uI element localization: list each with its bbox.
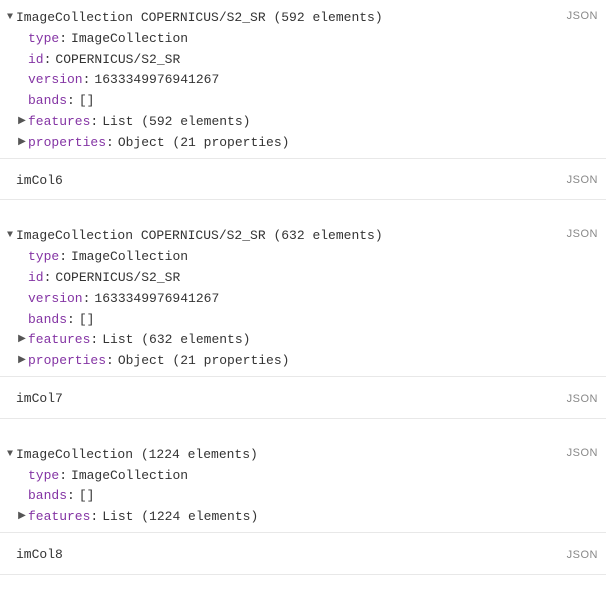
property-value: List (592 elements) — [102, 112, 250, 133]
colon: : — [83, 289, 91, 310]
property-value: [] — [79, 310, 95, 331]
property-row: type:ImageCollection — [28, 466, 606, 487]
property-value: Object (21 properties) — [118, 133, 290, 154]
json-link[interactable]: JSON — [557, 226, 598, 244]
expand-right-icon[interactable]: ▶ — [16, 330, 28, 349]
colon: : — [106, 133, 114, 154]
property-value: List (632 elements) — [102, 330, 250, 351]
property-key: type — [28, 29, 59, 50]
property-value: List (1224 elements) — [102, 507, 258, 528]
property-row[interactable]: ▶features:List (632 elements) — [28, 330, 606, 351]
property-row[interactable]: ▶properties:Object (21 properties) — [28, 133, 606, 154]
property-key: bands — [28, 310, 67, 331]
property-value: ImageCollection — [71, 247, 188, 268]
property-key: id — [28, 50, 44, 71]
colon: : — [106, 351, 114, 372]
property-value: Object (21 properties) — [118, 351, 290, 372]
property-row: version:1633349976941267 — [28, 289, 606, 310]
colon: : — [67, 486, 75, 507]
property-key: features — [28, 112, 90, 133]
expand-toggle-icon[interactable]: ▼ — [4, 8, 16, 27]
json-link[interactable]: JSON — [557, 8, 598, 26]
json-link[interactable]: JSON — [557, 172, 598, 190]
property-value: [] — [79, 91, 95, 112]
property-row[interactable]: ▶features:List (592 elements) — [28, 112, 606, 133]
colon: : — [83, 70, 91, 91]
collection-title[interactable]: ImageCollection COPERNICUS/S2_SR (632 el… — [16, 228, 383, 243]
colon: : — [67, 310, 75, 331]
property-row: id:COPERNICUS/S2_SR — [28, 50, 606, 71]
property-row: bands:[] — [28, 91, 606, 112]
spacer — [0, 575, 606, 593]
expand-right-icon[interactable]: ▶ — [16, 112, 28, 131]
property-value: COPERNICUS/S2_SR — [55, 50, 180, 71]
property-value: COPERNICUS/S2_SR — [55, 268, 180, 289]
colon: : — [67, 91, 75, 112]
colon: : — [59, 247, 67, 268]
property-row: bands:[] — [28, 310, 606, 331]
property-key: type — [28, 466, 59, 487]
colon: : — [90, 112, 98, 133]
property-row: type:ImageCollection — [28, 29, 606, 50]
json-link[interactable]: JSON — [557, 547, 598, 565]
collection-title[interactable]: ImageCollection (1224 elements) — [16, 447, 258, 462]
property-key: properties — [28, 351, 106, 372]
property-key: properties — [28, 133, 106, 154]
property-key: bands — [28, 486, 67, 507]
property-row: type:ImageCollection — [28, 247, 606, 268]
property-key: features — [28, 507, 90, 528]
property-key: id — [28, 268, 44, 289]
property-row[interactable]: ▶features:List (1224 elements) — [28, 507, 606, 528]
spacer — [0, 200, 606, 218]
variable-name: imCol6 — [16, 171, 557, 192]
collection-title[interactable]: ImageCollection COPERNICUS/S2_SR (592 el… — [16, 10, 383, 25]
colon: : — [59, 29, 67, 50]
colon: : — [90, 330, 98, 351]
json-link[interactable]: JSON — [557, 445, 598, 463]
property-key: bands — [28, 91, 67, 112]
property-row[interactable]: ▶properties:Object (21 properties) — [28, 351, 606, 372]
property-key: type — [28, 247, 59, 268]
property-key: version — [28, 70, 83, 91]
property-value: ImageCollection — [71, 29, 188, 50]
expand-toggle-icon[interactable]: ▼ — [4, 445, 16, 464]
property-value: 1633349976941267 — [94, 70, 219, 91]
expand-right-icon[interactable]: ▶ — [16, 133, 28, 152]
property-key: version — [28, 289, 83, 310]
property-row: bands:[] — [28, 486, 606, 507]
spacer — [0, 419, 606, 437]
property-row: id:COPERNICUS/S2_SR — [28, 268, 606, 289]
property-row: version:1633349976941267 — [28, 70, 606, 91]
property-value: ImageCollection — [71, 466, 188, 487]
expand-right-icon[interactable]: ▶ — [16, 507, 28, 526]
colon: : — [90, 507, 98, 528]
property-value: [] — [79, 486, 95, 507]
variable-name: imCol7 — [16, 389, 557, 410]
colon: : — [44, 50, 52, 71]
colon: : — [44, 268, 52, 289]
variable-name: imCol8 — [16, 545, 557, 566]
json-link[interactable]: JSON — [557, 391, 598, 409]
property-key: features — [28, 330, 90, 351]
property-value: 1633349976941267 — [94, 289, 219, 310]
expand-right-icon[interactable]: ▶ — [16, 351, 28, 370]
expand-toggle-icon[interactable]: ▼ — [4, 226, 16, 245]
colon: : — [59, 466, 67, 487]
